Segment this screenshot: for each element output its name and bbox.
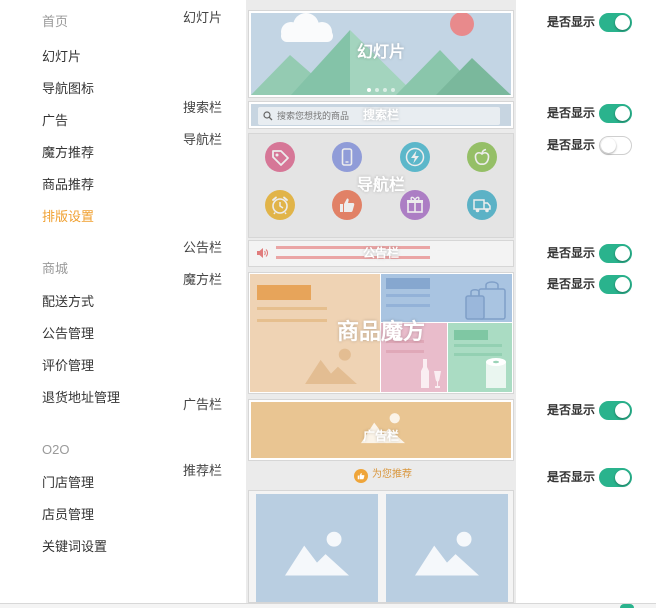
slide-dot[interactable] — [375, 88, 379, 92]
ad-preview: 广告栏 — [248, 399, 514, 461]
nav-overlay-label: 导航栏 — [356, 177, 405, 194]
sidebar-section-title: 首页 — [42, 14, 69, 29]
toggle-search[interactable] — [599, 104, 632, 123]
row-label-cube: 魔方栏 — [183, 272, 223, 287]
slideshow-overlay-label: 幻灯片 — [356, 44, 405, 61]
row-label-slideshow: 幻灯片 — [183, 10, 223, 25]
sidebar-item-keywords[interactable]: 关键词设置 — [42, 539, 107, 555]
sidebar-item-ads[interactable]: 广告 — [42, 113, 68, 129]
sidebar-item-cube[interactable]: 魔方推荐 — [42, 145, 94, 161]
sidebar-item-reviews[interactable]: 评价管理 — [42, 358, 94, 374]
notice-preview: 公告栏 — [248, 240, 514, 267]
slideshow-preview: 幻灯片 — [248, 10, 514, 98]
row-label-nav: 导航栏 — [183, 132, 223, 147]
image-placeholder-icon — [285, 531, 349, 576]
sidebar-section-title: O2O — [42, 442, 70, 457]
toggle-partial[interactable] — [620, 604, 634, 608]
sidebar-item-product-recommend[interactable]: 商品推荐 — [42, 177, 94, 193]
toggle-notice[interactable] — [599, 244, 632, 263]
sidebar-item-notices[interactable]: 公告管理 — [42, 326, 94, 342]
nav-preview: 导航栏 — [248, 133, 514, 238]
notice-overlay-label: 公告栏 — [362, 246, 399, 260]
slide-indicator — [251, 88, 511, 92]
row-label-ad: 广告栏 — [183, 397, 223, 412]
sidebar-item-nav-icons[interactable]: 导航图标 — [42, 81, 94, 97]
row-label-recommend: 推荐栏 — [183, 463, 223, 478]
toggle-label: 是否显示 — [547, 277, 596, 291]
cube-overlay-label: 商品魔方 — [336, 319, 425, 344]
search-overlay-label: 搜索栏 — [362, 108, 399, 122]
product-grid-preview — [248, 490, 514, 603]
sidebar-section-title: 商城 — [42, 261, 69, 276]
sidebar-item-layout-settings[interactable]: 排版设置 — [42, 209, 94, 225]
sidebar-item-stores[interactable]: 门店管理 — [42, 475, 94, 491]
row-label-notice: 公告栏 — [183, 240, 223, 255]
toggle-label: 是否显示 — [547, 106, 596, 120]
thumbs-up-icon — [354, 469, 368, 483]
image-placeholder-icon — [415, 531, 479, 576]
toggle-cube[interactable] — [599, 275, 632, 294]
ad-overlay-label: 广告栏 — [362, 429, 399, 443]
bottom-divider — [0, 603, 656, 608]
toggle-label: 是否显示 — [547, 246, 596, 260]
cube-cell-top-right — [381, 274, 512, 322]
wine-bottles-icon — [421, 359, 441, 388]
image-placeholder-icon — [305, 348, 357, 384]
recommend-title: 为您推荐 — [372, 469, 412, 480]
slide-dot[interactable] — [367, 88, 371, 92]
search-preview: 搜索您想找的商品 搜索栏 — [248, 101, 514, 129]
shopping-bags-icon — [465, 281, 506, 320]
toggle-ad[interactable] — [599, 401, 632, 420]
toggle-nav[interactable] — [599, 136, 632, 155]
sidebar-item-clerks[interactable]: 店员管理 — [42, 507, 94, 523]
slide-dot[interactable] — [383, 88, 387, 92]
paper-roll-icon — [486, 358, 506, 388]
toggle-label: 是否显示 — [547, 138, 596, 152]
slide-dot[interactable] — [391, 88, 395, 92]
toggle-slideshow[interactable] — [599, 13, 632, 32]
toggle-recommend[interactable] — [599, 468, 632, 487]
row-label-search: 搜索栏 — [183, 100, 223, 115]
sidebar-item-slideshow[interactable]: 幻灯片 — [42, 49, 81, 65]
product-image-placeholder — [256, 494, 378, 602]
product-image-placeholder — [386, 494, 508, 602]
sidebar-item-return-address[interactable]: 退货地址管理 — [42, 390, 120, 406]
toggle-label: 是否显示 — [547, 403, 596, 417]
toggle-label: 是否显示 — [547, 15, 596, 29]
recommend-header: 为您推荐 — [248, 463, 514, 488]
sidebar-item-shipping[interactable]: 配送方式 — [42, 294, 94, 310]
toggle-label: 是否显示 — [547, 470, 596, 484]
cube-preview: 商品魔方 — [248, 272, 514, 394]
